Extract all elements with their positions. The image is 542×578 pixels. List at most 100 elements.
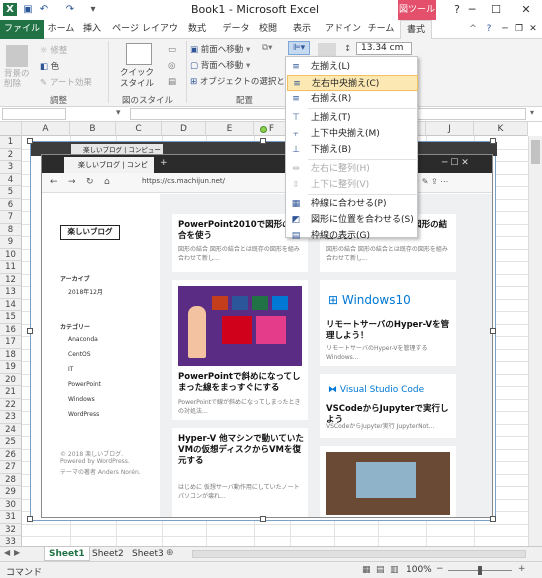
zoom-slider-thumb[interactable] bbox=[478, 566, 482, 575]
row-header[interactable]: 10 bbox=[0, 248, 22, 261]
resize-handle-w[interactable] bbox=[27, 328, 33, 334]
row-header[interactable]: 30 bbox=[0, 498, 22, 511]
row-header[interactable]: 27 bbox=[0, 461, 22, 474]
help-circle-icon[interactable]: ? bbox=[482, 20, 496, 39]
save-icon[interactable]: ▣ bbox=[21, 3, 35, 16]
maximize-button[interactable]: ☐ bbox=[486, 2, 506, 18]
resize-handle-e[interactable] bbox=[490, 328, 496, 334]
resize-handle-se[interactable] bbox=[490, 516, 496, 522]
sheet-tab-sheet1[interactable]: Sheet1 bbox=[44, 547, 90, 561]
close-button[interactable]: ✕ bbox=[516, 2, 536, 18]
embedded-picture[interactable]: 楽しいブログ | コンピュータ製 楽しいブログ | コンピュータ製 + ─ ☐ … bbox=[27, 126, 497, 522]
tab-addins[interactable]: アドイン bbox=[324, 20, 362, 39]
align-menu-item[interactable]: ⫟ 上下中央揃え(M) bbox=[287, 126, 418, 142]
picture-layout-icon[interactable]: ▤ bbox=[168, 77, 176, 87]
column-header[interactable]: A bbox=[22, 122, 70, 136]
row-header[interactable]: 24 bbox=[0, 423, 22, 436]
row-header[interactable]: 15 bbox=[0, 311, 22, 324]
row-header[interactable]: 18 bbox=[0, 348, 22, 361]
corrections-button[interactable]: ☼ 修整 bbox=[40, 44, 67, 56]
picture-effects-icon[interactable]: ◎ bbox=[168, 61, 175, 71]
resize-handle-s[interactable] bbox=[260, 516, 266, 522]
row-header[interactable]: 23 bbox=[0, 411, 22, 424]
resize-handle-nw[interactable] bbox=[27, 138, 33, 144]
row-header[interactable]: 3 bbox=[0, 161, 22, 174]
bring-forward-button[interactable]: ▣ 前面へ移動 ▾ bbox=[190, 43, 250, 55]
tab-team[interactable]: チーム bbox=[366, 20, 396, 39]
sheet-nav-next-icon[interactable]: ▶ bbox=[14, 548, 20, 557]
row-header[interactable]: 2 bbox=[0, 148, 22, 161]
name-box[interactable] bbox=[2, 108, 66, 120]
row-header[interactable]: 5 bbox=[0, 186, 22, 199]
row-header[interactable]: 12 bbox=[0, 273, 22, 286]
align-menu-item[interactable]: ▦ 枠線に合わせる(P) bbox=[287, 196, 418, 212]
align-menu-item[interactable]: ◩ 図形に位置を合わせる(S) bbox=[287, 212, 418, 228]
tab-data[interactable]: データ bbox=[222, 20, 250, 39]
zoom-in-icon[interactable]: + bbox=[518, 564, 526, 574]
zoom-out-icon[interactable]: − bbox=[436, 564, 444, 574]
resize-handle-sw[interactable] bbox=[27, 516, 33, 522]
row-header[interactable]: 20 bbox=[0, 373, 22, 386]
artistic-effects-button[interactable]: ✎ アート効果 bbox=[40, 76, 92, 88]
tab-view[interactable]: 表示 bbox=[290, 20, 314, 39]
row-header[interactable]: 8 bbox=[0, 223, 22, 236]
sheet-tab-sheet3[interactable]: Sheet3 bbox=[128, 547, 168, 561]
ribbon-collapse-icon[interactable]: ^ bbox=[466, 20, 480, 39]
fx-icon[interactable]: ▾ bbox=[116, 108, 126, 120]
column-header[interactable]: C bbox=[116, 122, 162, 136]
view-pagebreak-icon[interactable]: ▥ bbox=[390, 565, 399, 575]
sheet-nav-prev-icon[interactable]: ◀ bbox=[4, 548, 10, 557]
horizontal-scrollbar[interactable] bbox=[192, 550, 526, 558]
vertical-scrollbar[interactable] bbox=[528, 136, 542, 546]
column-header[interactable]: B bbox=[70, 122, 116, 136]
column-header[interactable]: D bbox=[162, 122, 206, 136]
align-menu-item[interactable]: ⊥ 下揃え(B) bbox=[287, 142, 418, 158]
zoom-level[interactable]: 100% bbox=[406, 565, 432, 575]
group-icon[interactable]: ⧉▾ bbox=[262, 43, 272, 53]
tab-home[interactable]: ホーム bbox=[46, 20, 76, 39]
row-header[interactable]: 11 bbox=[0, 261, 22, 274]
new-sheet-icon[interactable]: ⊕ bbox=[166, 548, 174, 558]
tab-insert[interactable]: 挿入 bbox=[78, 20, 106, 39]
tab-formulas[interactable]: 数式 bbox=[184, 20, 210, 39]
height-input[interactable]: 13.34 cm bbox=[356, 42, 412, 55]
tab-review[interactable]: 校閲 bbox=[256, 20, 280, 39]
column-header[interactable]: K bbox=[474, 122, 528, 136]
rotate-handle[interactable] bbox=[260, 126, 267, 133]
view-normal-icon[interactable]: ▦ bbox=[362, 565, 371, 575]
worksheet-grid[interactable]: A B C D E F G H I J K 123456789101112131… bbox=[0, 122, 528, 546]
row-header[interactable]: 17 bbox=[0, 336, 22, 349]
row-header[interactable]: 6 bbox=[0, 198, 22, 211]
expand-formula-icon[interactable]: ▾ bbox=[530, 108, 534, 117]
column-header[interactable]: J bbox=[426, 122, 474, 136]
align-menu-item[interactable]: ▤ 枠線の表示(G) bbox=[287, 228, 418, 244]
doc-close-button[interactable]: ✕ bbox=[526, 20, 540, 39]
redo-icon[interactable]: ↷ bbox=[63, 3, 77, 16]
row-header[interactable]: 1 bbox=[0, 136, 22, 149]
row-header[interactable]: 32 bbox=[0, 523, 22, 536]
row-header[interactable]: 19 bbox=[0, 361, 22, 374]
align-menu-item[interactable]: ⊤ 上揃え(T) bbox=[287, 110, 418, 126]
doc-minimize-button[interactable]: ─ bbox=[498, 20, 512, 39]
minimize-button[interactable]: ─ bbox=[462, 2, 482, 18]
sheet-tab-sheet2[interactable]: Sheet2 bbox=[88, 547, 128, 561]
select-all-corner[interactable] bbox=[0, 122, 22, 136]
doc-restore-button[interactable]: ❐ bbox=[512, 20, 526, 39]
row-header[interactable]: 7 bbox=[0, 211, 22, 224]
row-header[interactable]: 21 bbox=[0, 386, 22, 399]
row-header[interactable]: 29 bbox=[0, 486, 22, 499]
tab-format[interactable]: 書式 bbox=[400, 20, 432, 39]
resize-handle-n[interactable] bbox=[260, 138, 266, 144]
quick-style-button[interactable]: クイック スタイル bbox=[120, 68, 162, 90]
align-menu-item[interactable]: ≡ 左右中央揃え(C) bbox=[287, 75, 418, 91]
row-header[interactable]: 22 bbox=[0, 398, 22, 411]
column-header[interactable]: E bbox=[206, 122, 254, 136]
qat-customize-icon[interactable]: ▾ bbox=[86, 3, 100, 16]
color-button[interactable]: ◧ 色 bbox=[40, 60, 59, 72]
picture-border-icon[interactable]: ▭ bbox=[168, 45, 176, 55]
align-menu-item[interactable]: ≡ 左揃え(L) bbox=[287, 59, 418, 75]
tab-page-layout[interactable]: ページ レイアウト bbox=[108, 20, 182, 53]
row-header[interactable]: 13 bbox=[0, 286, 22, 299]
row-header[interactable]: 33 bbox=[0, 536, 22, 546]
undo-icon[interactable]: ↶ bbox=[37, 3, 51, 16]
